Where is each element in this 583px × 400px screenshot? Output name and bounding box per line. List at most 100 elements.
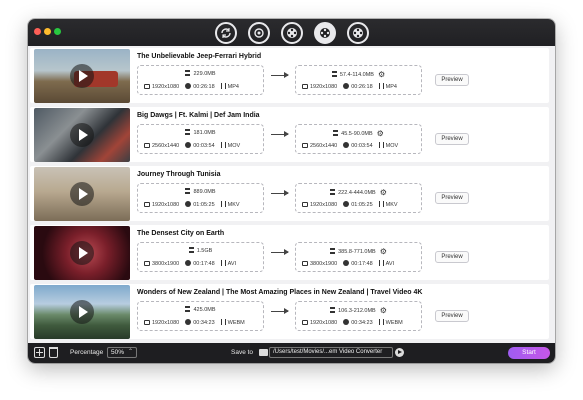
video-thumbnail[interactable]	[34, 285, 130, 339]
video-title: Big Dawgs | Ft. Kalmi | Def Jam India	[137, 112, 260, 119]
file-size-icon	[185, 129, 191, 135]
play-icon[interactable]	[70, 182, 94, 206]
settings-gear-icon[interactable]: ⚙	[377, 129, 384, 138]
format-icon	[220, 201, 226, 207]
source-info-box: 229.0MB 1920x1080 00:26:18 MP4	[137, 65, 264, 95]
film-active-mode-button[interactable]	[314, 22, 336, 44]
clock-icon	[185, 260, 192, 266]
video-row: Wonders of New Zealand | The Most Amazin…	[30, 284, 549, 339]
source-duration: 01:05:25	[193, 202, 215, 208]
clock-icon	[343, 260, 350, 266]
preview-button[interactable]: Preview	[435, 74, 469, 86]
add-file-icon[interactable]	[34, 347, 45, 358]
video-title: Journey Through Tunisia	[137, 171, 221, 178]
preview-button[interactable]: Preview	[435, 310, 469, 322]
video-row: The Unbelievable Jeep-Ferrari Hybrid 229…	[30, 48, 549, 103]
output-duration: 00:34:23	[351, 320, 373, 326]
compress-icon	[254, 28, 264, 38]
source-duration: 00:03:54	[193, 143, 215, 149]
output-info-box: 106.3-212.0MB ⚙ 1920x1080 00:34:23 WEBM	[295, 301, 422, 331]
output-duration: 00:26:18	[351, 84, 373, 90]
output-duration: 00:17:48	[351, 261, 373, 267]
convert-mode-button[interactable]	[215, 22, 237, 44]
source-info-box: 181.0MB 2560x1440 00:03:54 MOV	[137, 124, 264, 154]
source-size: 181.0MB	[193, 130, 216, 136]
video-row: Journey Through Tunisia 889.0MB 1920x108…	[30, 166, 549, 221]
format-icon	[220, 83, 226, 89]
output-resolution: 1920x1080	[310, 319, 338, 326]
source-format: AVI	[227, 261, 237, 267]
resolution-icon	[144, 142, 150, 148]
format-icon	[378, 201, 384, 207]
trash-icon[interactable]	[49, 347, 58, 358]
film-reel-active-icon	[320, 28, 330, 38]
play-icon[interactable]	[70, 241, 94, 265]
resolution-icon	[302, 260, 308, 266]
file-size-icon	[188, 247, 194, 253]
video-thumbnail[interactable]	[34, 167, 130, 221]
start-button[interactable]: Start	[508, 347, 550, 359]
file-size-icon	[330, 248, 336, 254]
output-resolution: 1920x1080	[310, 83, 338, 90]
film-reel-alt-icon	[353, 28, 363, 38]
output-size: 57.4-114.0MB	[339, 72, 374, 78]
play-icon[interactable]	[70, 300, 94, 324]
output-format: MP4	[385, 84, 397, 90]
app-window: The Unbelievable Jeep-Ferrari Hybrid 229…	[28, 19, 555, 363]
output-format: WEBM	[385, 320, 403, 326]
arrow-right-icon	[271, 72, 289, 78]
maximize-window-button[interactable]	[54, 28, 61, 35]
open-folder-arrow-icon[interactable]	[395, 348, 404, 357]
video-thumbnail[interactable]	[34, 226, 130, 280]
video-thumbnail[interactable]	[34, 108, 130, 162]
resolution-icon	[302, 319, 308, 325]
play-icon[interactable]	[70, 64, 94, 88]
settings-gear-icon[interactable]: ⚙	[380, 306, 387, 315]
file-size-icon	[331, 71, 337, 77]
format-icon	[378, 142, 384, 148]
video-title: Wonders of New Zealand | The Most Amazin…	[137, 289, 423, 296]
preview-button[interactable]: Preview	[435, 133, 469, 145]
title-bar	[28, 19, 555, 46]
source-info-box: 1.5GB 3800x1900 00:17:48 AVI	[137, 242, 264, 272]
format-icon	[378, 83, 384, 89]
video-title: The Densest City on Earth	[137, 230, 225, 237]
close-window-button[interactable]	[34, 28, 41, 35]
source-duration: 00:34:23	[193, 320, 215, 326]
format-icon	[378, 319, 384, 325]
output-info-box: 57.4-114.0MB ⚙ 1920x1080 00:26:18 MP4	[295, 65, 422, 95]
file-size-icon	[185, 70, 191, 76]
preview-button[interactable]: Preview	[435, 251, 469, 263]
file-size-icon	[330, 307, 336, 313]
percentage-select[interactable]: 50%	[107, 347, 137, 358]
output-resolution: 3800x1900	[310, 260, 338, 267]
folder-icon[interactable]	[259, 349, 268, 356]
arrow-right-icon	[271, 190, 289, 196]
settings-gear-icon[interactable]: ⚙	[378, 70, 385, 79]
compress-mode-button[interactable]	[248, 22, 270, 44]
source-resolution: 1920x1080	[152, 201, 180, 208]
film-alt-mode-button[interactable]	[347, 22, 369, 44]
resolution-icon	[302, 201, 308, 207]
clock-icon	[185, 142, 192, 148]
film-reel-icon	[287, 28, 297, 38]
minimize-window-button[interactable]	[44, 28, 51, 35]
settings-gear-icon[interactable]: ⚙	[380, 188, 387, 197]
resolution-icon	[144, 319, 150, 325]
output-info-box: 385.8-771.0MB ⚙ 3800x1900 00:17:48 AVI	[295, 242, 422, 272]
output-resolution: 1920x1080	[310, 201, 338, 208]
film-mode-button[interactable]	[281, 22, 303, 44]
play-icon[interactable]	[70, 123, 94, 147]
resolution-icon	[144, 201, 150, 207]
video-row: Big Dawgs | Ft. Kalmi | Def Jam India 18…	[30, 107, 549, 162]
settings-gear-icon[interactable]: ⚙	[380, 247, 387, 256]
source-info-box: 425.0MB 1920x1080 00:34:23 WEBM	[137, 301, 264, 331]
preview-button[interactable]: Preview	[435, 192, 469, 204]
file-size-icon	[185, 188, 191, 194]
output-size: 385.8-771.0MB	[338, 249, 376, 255]
video-thumbnail[interactable]	[34, 49, 130, 103]
output-format: MOV	[385, 143, 399, 149]
percentage-value: 50%	[111, 349, 125, 356]
format-icon	[220, 260, 226, 266]
save-path-field[interactable]: /Users/test/Movies/...em Video Converter	[269, 347, 393, 358]
